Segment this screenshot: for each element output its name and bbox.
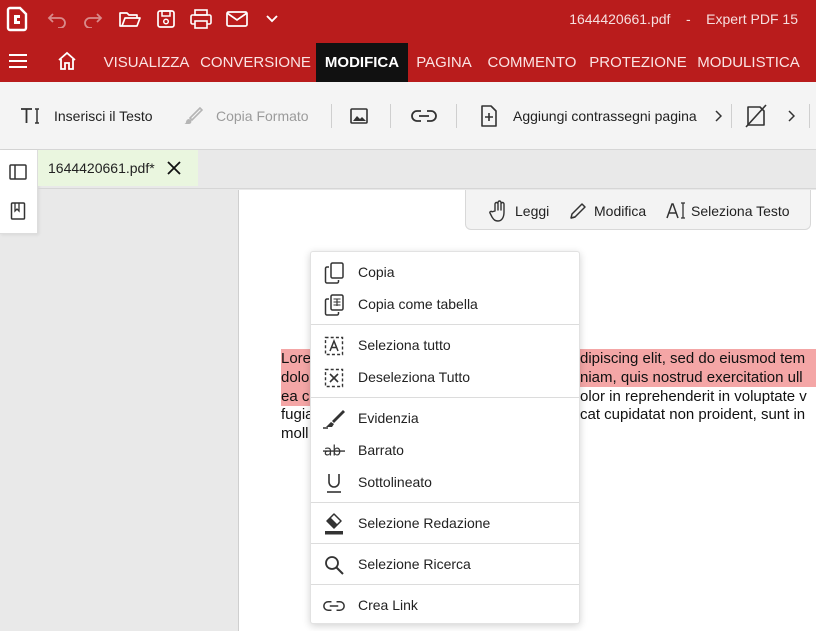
document-text-line[interactable]: niam, quis nostrud exercitation ull <box>580 369 803 387</box>
menu-item-highlight[interactable]: Evidenzia <box>311 403 579 433</box>
mail-icon[interactable] <box>224 8 250 30</box>
menu-divider <box>311 584 579 585</box>
document-text-line[interactable]: dipiscing elit, sed do eiusmod tem <box>580 350 805 368</box>
toolbar-divider <box>809 104 810 128</box>
menu-item-deselect-all[interactable]: Deseleziona Tutto <box>311 362 579 392</box>
redaction-eraser-icon <box>323 513 345 535</box>
mode-bar: Leggi Modifica Seleziona Testo <box>465 190 811 230</box>
image-icon <box>348 106 370 126</box>
strikethrough-icon: ab <box>323 440 345 462</box>
document-text-line[interactable]: Lore <box>281 350 311 368</box>
hamburger-menu-icon[interactable] <box>8 53 28 69</box>
copy-icon <box>323 262 345 284</box>
menu-item-search-selection[interactable]: Selezione Ricerca <box>311 549 579 579</box>
menu-divider <box>311 324 579 325</box>
tab-visualizza[interactable]: VISUALIZZA <box>100 43 193 82</box>
window-title: 1644420661.pdf - Expert PDF 15 <box>569 11 798 27</box>
menu-divider <box>311 502 579 503</box>
open-folder-icon[interactable] <box>117 8 143 30</box>
title-bar: 1644420661.pdf - Expert PDF 15 <box>0 0 816 40</box>
format-brush-icon <box>182 106 204 126</box>
document-text-line[interactable]: cat cupidatat non proident, sunt in <box>580 406 805 424</box>
insert-link-button[interactable] <box>411 104 437 128</box>
home-icon[interactable] <box>57 51 77 71</box>
toolbar-divider <box>390 104 391 128</box>
insert-image-button[interactable] <box>348 104 370 128</box>
menu-item-underline[interactable]: Sottolineato <box>311 467 579 497</box>
document-text-line[interactable]: olor in reprehenderit in voluptate v <box>580 388 807 406</box>
menu-item-copy[interactable]: Copia <box>311 257 579 287</box>
document-tab-name: 1644420661.pdf* <box>48 160 155 176</box>
copy-format-button[interactable]: Copia Formato <box>182 104 309 128</box>
tab-commento[interactable]: COMMENTO <box>483 43 581 82</box>
save-icon[interactable] <box>153 8 179 30</box>
copy-format-label: Copia Formato <box>216 108 309 124</box>
hand-icon <box>488 200 510 222</box>
select-text-mode-button[interactable]: Seleziona Testo <box>665 200 790 222</box>
chevron-down-icon[interactable] <box>259 8 285 30</box>
chevron-right-icon <box>785 109 797 123</box>
toolbar-divider <box>731 104 732 128</box>
select-all-icon <box>323 335 345 357</box>
tab-conversione[interactable]: CONVERSIONE <box>199 43 312 82</box>
pencil-icon <box>567 200 589 222</box>
app-logo-icon[interactable] <box>6 6 28 32</box>
link-icon <box>323 595 345 617</box>
document-text-line[interactable]: moll <box>281 425 309 443</box>
read-mode-button[interactable]: Leggi <box>488 200 549 222</box>
highlight-pen-icon <box>323 408 345 430</box>
menu-divider <box>311 543 579 544</box>
insert-text-button[interactable]: Inserisci il Testo <box>20 104 153 128</box>
copy-table-icon <box>323 294 345 316</box>
add-page-icon <box>478 105 500 127</box>
edit-mode-label: Modifica <box>594 203 647 219</box>
menu-item-redaction-selection[interactable]: Selezione Redazione <box>311 508 579 538</box>
document-tab[interactable]: 1644420661.pdf* <box>38 150 198 186</box>
text-cursor-icon <box>665 200 687 222</box>
tab-protezione[interactable]: PROTEZIONE <box>589 43 687 82</box>
tab-modulistica[interactable]: MODULISTICA <box>696 43 801 82</box>
underline-icon <box>323 472 345 494</box>
chevron-right-icon <box>711 109 725 123</box>
tab-modifica[interactable]: MODIFICA <box>316 43 408 82</box>
toolbar-scroll-right-button[interactable] <box>785 104 797 128</box>
side-panel-rail <box>0 150 38 234</box>
select-text-mode-label: Seleziona Testo <box>691 203 790 219</box>
menu-item-create-link[interactable]: Crea Link <box>311 590 579 620</box>
add-page-marks-label: Aggiungi contrassegni pagina <box>513 108 697 124</box>
undo-icon[interactable] <box>44 8 70 30</box>
tab-strip-divider <box>38 188 816 189</box>
print-icon[interactable] <box>188 8 214 30</box>
search-icon <box>323 554 345 576</box>
page-slash-icon <box>744 104 768 128</box>
link-icon <box>411 106 437 126</box>
context-menu: Copia Copia come tabella Seleziona tutto… <box>310 251 580 624</box>
add-page-marks-button[interactable]: Aggiungi contrassegni pagina <box>478 104 725 128</box>
sidebar-panel-icon[interactable] <box>9 163 27 181</box>
menu-item-select-all[interactable]: Seleziona tutto <box>311 330 579 360</box>
tab-pagina[interactable]: PAGINA <box>412 43 476 82</box>
ribbon-tabs: VISUALIZZA CONVERSIONE MODIFICA PAGINA C… <box>0 40 816 82</box>
menu-item-strikethrough[interactable]: ab Barrato <box>311 435 579 465</box>
deselect-all-icon <box>323 367 345 389</box>
redo-icon[interactable] <box>80 8 106 30</box>
close-icon[interactable] <box>166 160 182 176</box>
document-text-line[interactable]: dolo <box>281 369 309 387</box>
ribbon-toolbar: Inserisci il Testo Copia Formato Aggiung… <box>0 82 816 150</box>
insert-text-icon <box>20 106 42 126</box>
menu-divider <box>311 397 579 398</box>
menu-item-copy-as-table[interactable]: Copia come tabella <box>311 289 579 319</box>
edit-mode-button[interactable]: Modifica <box>567 200 646 222</box>
insert-text-label: Inserisci il Testo <box>54 108 153 124</box>
read-mode-label: Leggi <box>515 203 550 219</box>
bookmark-icon[interactable] <box>9 202 27 220</box>
remove-page-marks-button[interactable] <box>744 104 768 128</box>
document-text-line[interactable]: fugia <box>281 406 314 424</box>
toolbar-divider <box>331 104 332 128</box>
toolbar-divider <box>456 104 457 128</box>
document-text-line[interactable]: ea c <box>281 388 309 406</box>
